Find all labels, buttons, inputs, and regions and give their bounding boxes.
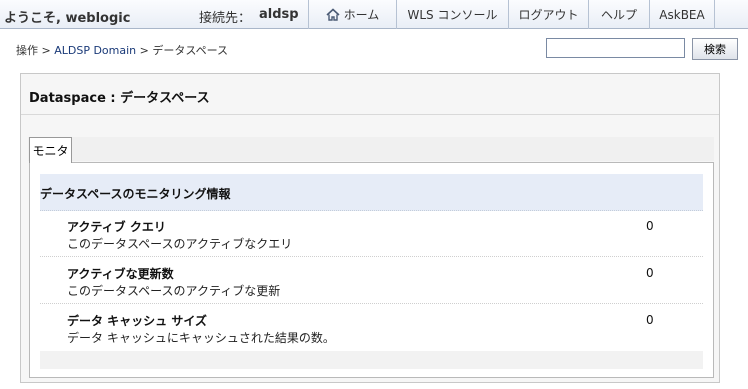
metric-label: アクティブ クエリ <box>67 220 166 234</box>
home-icon <box>326 8 340 21</box>
section-title: データスペースのモニタリング情報 <box>40 187 231 201</box>
metric-description: データ キャッシュにキャッシュされた結果の数。 <box>67 331 335 345</box>
nav-askbea[interactable]: AskBEA <box>649 0 715 29</box>
top-nav: ホーム WLS コンソール ログアウト ヘルプ AskBEA <box>308 0 715 29</box>
metric-row-active-updates: アクティブな更新数 このデータスペースのアクティブな更新 0 <box>40 258 703 304</box>
page-title: Dataspace : データスペース <box>29 91 210 106</box>
dataspace-panel: Dataspace : データスペース モニタ データスペースのモニタリング情報… <box>20 73 720 383</box>
breadcrumb-item-operations: 操作 <box>16 44 38 57</box>
section-header: データスペースのモニタリング情報 <box>40 174 703 211</box>
divider <box>21 114 719 115</box>
nav-wls-console[interactable]: WLS コンソール <box>396 0 508 29</box>
monitor-tab-content: データスペースのモニタリング情報 アクティブ クエリ このデータスペースのアクテ… <box>29 162 714 378</box>
breadcrumb: 操作 > ALDSP Domain > データスペース <box>16 42 228 58</box>
breadcrumb-separator: > <box>139 44 149 57</box>
metric-description: このデータスペースのアクティブなクエリ <box>67 237 293 251</box>
breadcrumb-item-domain[interactable]: ALDSP Domain <box>54 44 136 57</box>
nav-logout[interactable]: ログアウト <box>508 0 588 29</box>
tab-strip <box>28 137 714 161</box>
tab-monitor[interactable]: モニタ <box>29 137 72 163</box>
search-input[interactable] <box>546 38 685 58</box>
breadcrumb-separator: > <box>41 44 51 57</box>
connection-label: 接続先： <box>199 11 252 26</box>
breadcrumb-item-dataspace: データスペース <box>152 44 229 57</box>
welcome-text: ようこそ, weblogic <box>4 11 131 26</box>
metric-label: データ キャッシュ サイズ <box>67 314 207 328</box>
nav-help[interactable]: ヘルプ <box>588 0 649 29</box>
metric-label: アクティブな更新数 <box>67 267 174 281</box>
connection-value: aldsp <box>259 7 299 22</box>
metric-value: 0 <box>646 219 654 233</box>
table-footer <box>40 351 703 369</box>
metric-value: 0 <box>646 313 654 327</box>
search-button[interactable]: 検索 <box>692 38 738 60</box>
metric-row-active-queries: アクティブ クエリ このデータスペースのアクティブなクエリ 0 <box>40 211 703 257</box>
nav-home-label: ホーム <box>343 8 380 22</box>
nav-home[interactable]: ホーム <box>308 0 396 29</box>
metric-row-cache-size: データ キャッシュ サイズ データ キャッシュにキャッシュされた結果の数。 0 <box>40 305 703 351</box>
metric-description: このデータスペースのアクティブな更新 <box>67 284 281 298</box>
metric-value: 0 <box>646 266 654 280</box>
top-bar: ようこそ, weblogic 接続先： aldsp ホーム WLS コンソール … <box>0 0 748 29</box>
